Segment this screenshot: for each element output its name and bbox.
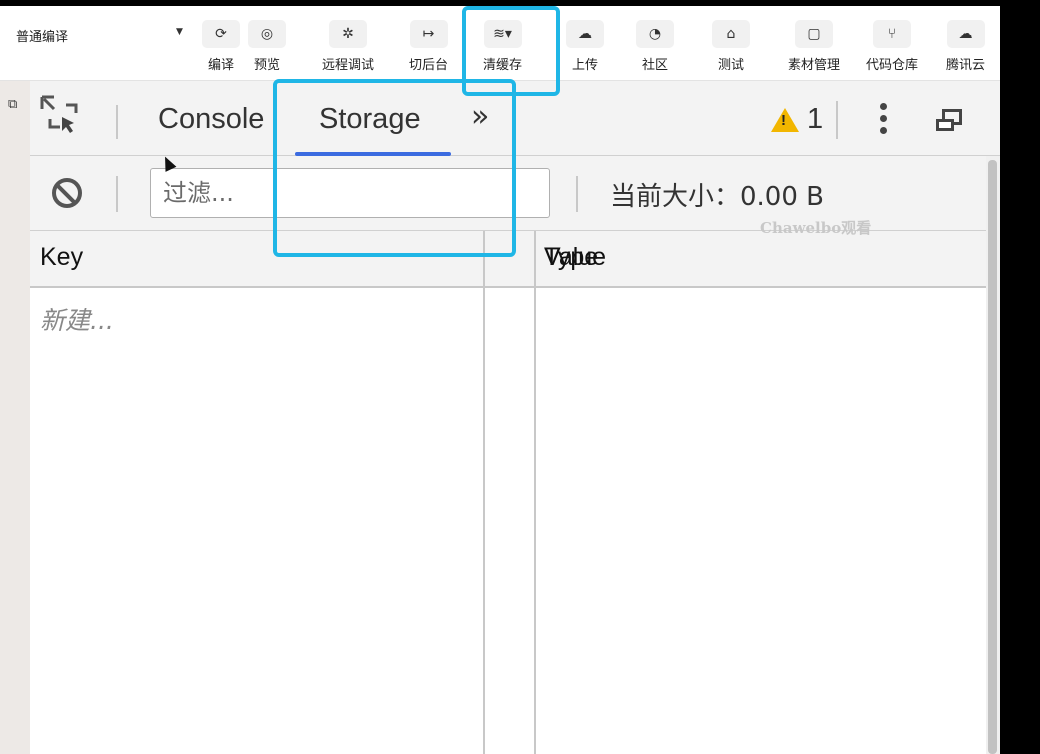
- left-sidebar: ⧉: [0, 81, 31, 754]
- toolbar-button-7[interactable]: ⌂ 测试: [712, 6, 750, 80]
- bug-icon: ✲: [329, 20, 367, 48]
- compile-mode-select[interactable]: 普通编译 ▼: [4, 22, 194, 48]
- vertical-scrollbar[interactable]: [986, 156, 1000, 754]
- highlight-storage-tab: [273, 79, 516, 257]
- column-divider-1[interactable]: [483, 231, 485, 754]
- toolbar-button-label: 社区: [641, 58, 668, 73]
- toolbar-button-8[interactable]: ▢ 素材管理: [788, 6, 840, 80]
- scrollbar-thumb[interactable]: [988, 160, 997, 754]
- filterbar-divider-2: [576, 176, 578, 212]
- community-icon: ◔: [636, 20, 674, 48]
- column-value: Value: [544, 243, 607, 271]
- clear-storage-icon[interactable]: [52, 178, 82, 208]
- switch-background-icon: ↦: [409, 20, 448, 48]
- column-divider-2[interactable]: [534, 231, 536, 754]
- warning-count: 1: [807, 103, 824, 135]
- tab-console[interactable]: Console: [158, 103, 264, 136]
- caret-down-icon: ▼: [176, 27, 183, 37]
- toolbar-button-1[interactable]: ◎ 预览: [248, 6, 286, 80]
- toolbar-button-5[interactable]: ☁ 上传: [566, 6, 604, 80]
- toolbar-button-9[interactable]: ⑂ 代码仓库: [866, 6, 918, 80]
- more-options-icon[interactable]: [878, 103, 888, 139]
- toolbar-button-label: 测试: [717, 58, 744, 73]
- toolbar-button-2[interactable]: ✲ 远程调试: [322, 6, 374, 80]
- toolbar-button-label: 上传: [571, 58, 598, 73]
- inspect-element-icon[interactable]: [40, 95, 80, 137]
- tabbar-divider: [116, 105, 118, 139]
- toolbar-button-label: 素材管理: [788, 58, 841, 73]
- compile-mode-label: 普通编译: [16, 29, 69, 45]
- toolbar-button-10[interactable]: ☁ 腾讯云: [946, 6, 985, 80]
- toolbar-button-label: 远程调试: [322, 58, 375, 73]
- toolbar-button-3[interactable]: ↦ 切后台: [409, 6, 448, 80]
- refresh-icon: ⟳: [202, 20, 240, 48]
- cloud-upload-icon: ☁: [566, 20, 604, 48]
- tencent-cloud-icon: ☁: [946, 20, 985, 48]
- ide-window: 普通编译 ▼ ⟳ 编译 ◎ 预览 ✲ 远程调试 ↦ 切后台 ≋▾ 清缓存 ☁ 上传 ◔ 社区 ⌂ 测试 ▢ 素材管…: [0, 6, 1000, 754]
- toolbar-button-6[interactable]: ◔ 社区: [636, 6, 674, 80]
- toolbar-button-label: 预览: [253, 58, 280, 73]
- flask-icon: ⌂: [712, 20, 750, 48]
- new-entry-row[interactable]: 新建...: [40, 301, 114, 337]
- storage-size-label: 当前大小：0.00 B: [610, 182, 824, 212]
- column-key[interactable]: Key: [40, 243, 83, 272]
- toolbar-button-label: 切后台: [409, 58, 449, 73]
- warning-badge[interactable]: ! 1: [771, 103, 823, 136]
- undock-icon[interactable]: [936, 109, 962, 131]
- eye-icon: ◎: [248, 20, 286, 48]
- filterbar-divider: [116, 176, 118, 212]
- materials-icon: ▢: [795, 20, 833, 48]
- toolbar-button-label: 编译: [207, 58, 234, 73]
- warning-icon: !: [771, 107, 799, 132]
- toolbar-button-label: 代码仓库: [866, 58, 919, 73]
- toolbar-button-label: 腾讯云: [946, 58, 986, 73]
- dock-icon[interactable]: ⧉: [8, 97, 17, 112]
- toolbar-button-0[interactable]: ⟳ 编译: [202, 6, 240, 80]
- watermark: Chawelbo观看: [760, 219, 872, 237]
- git-icon: ⑂: [873, 20, 911, 48]
- tabbar-divider-right: [836, 101, 838, 139]
